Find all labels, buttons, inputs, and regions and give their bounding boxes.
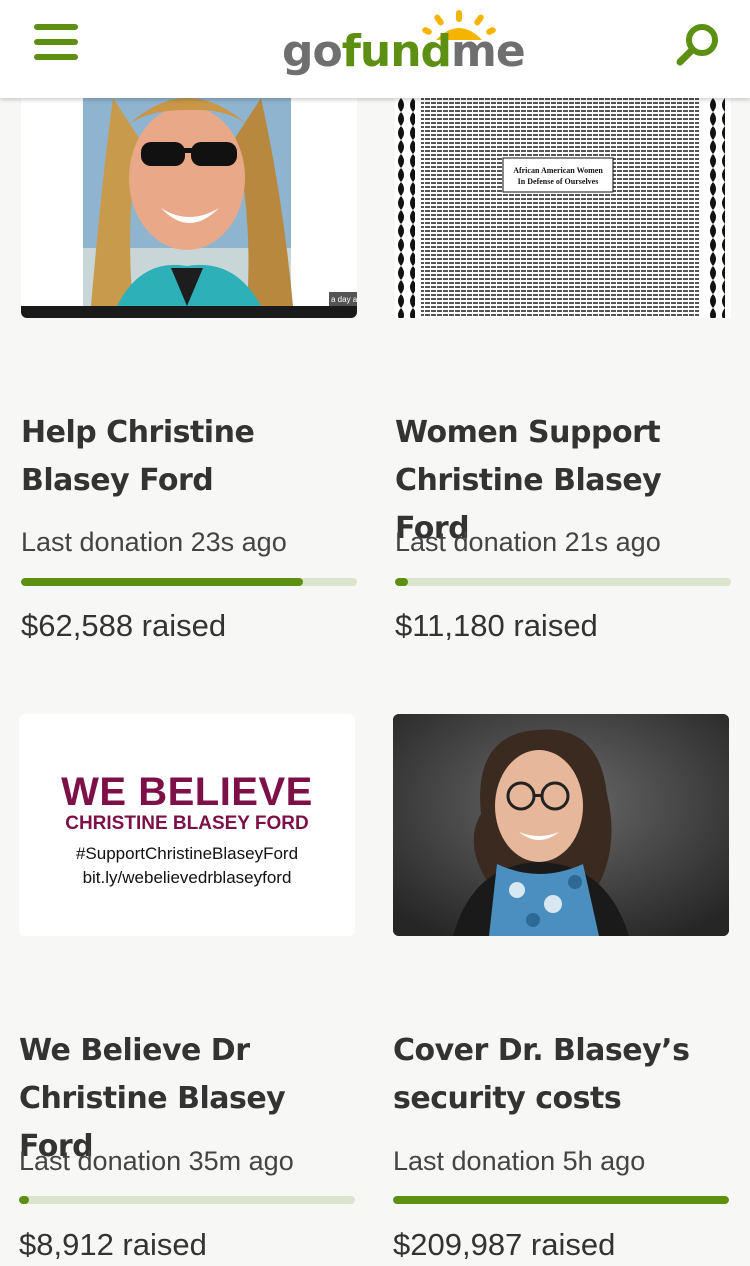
logo-wordmark: gofundme xyxy=(282,26,526,77)
believe-subhead: CHRISTINE BLASEY FORD xyxy=(65,813,309,834)
search-icon[interactable] xyxy=(676,22,722,66)
campaign-card[interactable]: WE BELIEVE CHRISTINE BLASEY FORD #Suppor… xyxy=(19,0,355,1266)
campaign-image[interactable]: WE BELIEVE CHRISTINE BLASEY FORD #Suppor… xyxy=(19,714,355,936)
last-donation: Last donation 5h ago xyxy=(393,1146,646,1176)
amount-raised: $8,912 raised xyxy=(19,1227,207,1262)
progress-fill xyxy=(19,1196,30,1204)
hamburger-icon[interactable] xyxy=(34,24,78,60)
campaign-grid: a day ag Help Christine Blasey Ford Last… xyxy=(0,0,750,1266)
campaign-title[interactable]: Cover Dr. Blasey’s security costs xyxy=(393,1027,733,1123)
amount-raised: $209,987 raised xyxy=(393,1227,616,1262)
top-header: gofundme xyxy=(0,0,750,98)
woman-glasses-photo xyxy=(393,714,729,936)
campaign-card[interactable]: Cover Dr. Blasey’s security costs Last d… xyxy=(393,0,729,1266)
campaign-image[interactable] xyxy=(393,714,729,936)
gofundme-logo[interactable]: gofundme xyxy=(282,10,526,82)
believe-hashtag: #SupportChristineBlaseyFord xyxy=(75,844,299,863)
progress-fill xyxy=(393,1196,729,1204)
last-donation: Last donation 35m ago xyxy=(19,1146,294,1176)
believe-link: bit.ly/webelievedrblaseyford xyxy=(82,868,292,887)
progress-bar xyxy=(19,1196,355,1204)
believe-headline: WE BELIEVE xyxy=(61,770,313,814)
progress-bar xyxy=(393,1196,729,1204)
